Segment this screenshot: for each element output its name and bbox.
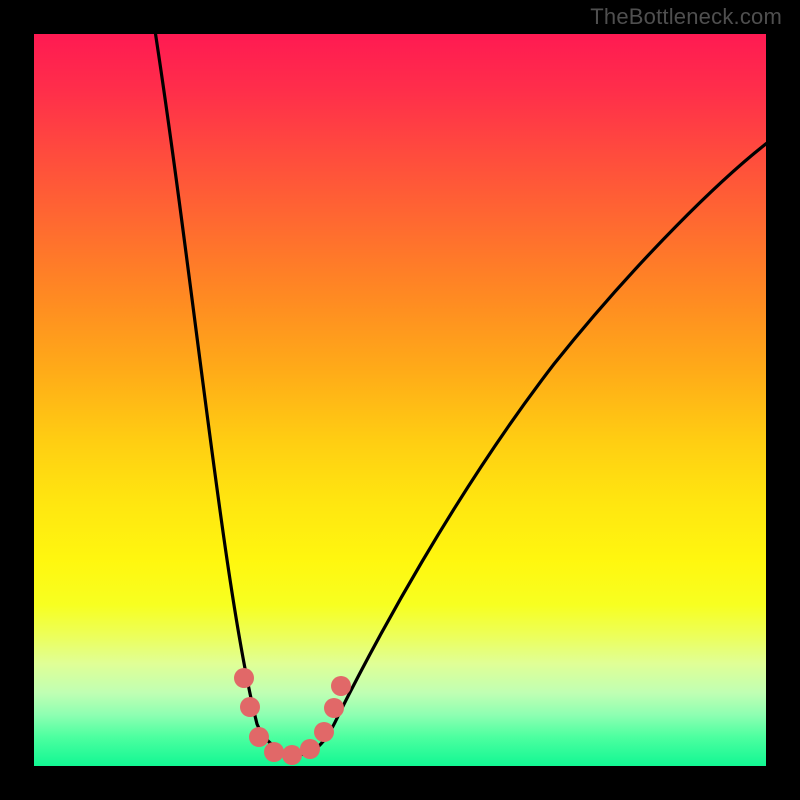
optimal-zone-marker xyxy=(234,668,254,688)
optimal-zone-marker xyxy=(324,698,344,718)
watermark-text: TheBottleneck.com xyxy=(590,4,782,30)
optimal-zone-marker xyxy=(282,745,302,765)
optimal-zone-marker xyxy=(240,697,260,717)
optimal-zone-marker xyxy=(249,727,269,747)
chart-svg xyxy=(34,34,766,766)
plot-area xyxy=(34,34,766,766)
chart-frame: TheBottleneck.com xyxy=(0,0,800,800)
bottleneck-curve xyxy=(154,34,766,754)
optimal-zone-markers xyxy=(234,668,351,765)
optimal-zone-marker xyxy=(314,722,334,742)
optimal-zone-marker xyxy=(264,742,284,762)
optimal-zone-marker xyxy=(331,676,351,696)
optimal-zone-marker xyxy=(300,739,320,759)
